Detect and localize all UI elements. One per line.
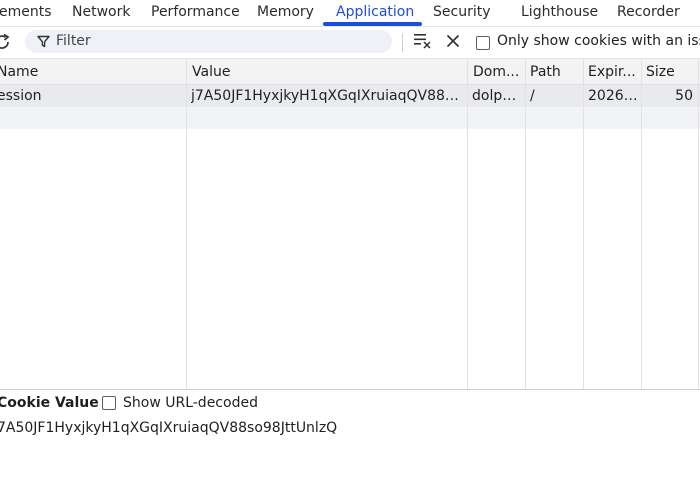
tab-security[interactable]: Security	[433, 3, 491, 23]
tab-application[interactable]: Application	[336, 3, 414, 23]
only-issues-label: Only show cookies with an issue	[497, 33, 700, 49]
table-header-row: Name Value Dom... Path Expir... Size	[0, 59, 700, 85]
cell-expires: 2026-...	[588, 88, 639, 104]
show-url-decoded-checkbox[interactable]	[102, 396, 116, 410]
devtools-tabbar: ements Network Performance Memory Applic…	[0, 0, 700, 27]
column-header-domain[interactable]: Dom...	[473, 61, 523, 83]
show-url-decoded-label: Show URL-decoded	[123, 395, 258, 411]
toolbar-divider	[402, 33, 403, 52]
column-divider	[698, 59, 699, 389]
tab-network[interactable]: Network	[72, 3, 130, 23]
column-divider	[467, 59, 468, 389]
column-header-size[interactable]: Size	[646, 61, 696, 83]
cookie-value-panel: Cookie Value Show URL-decoded 7A50JF1Hyx…	[0, 390, 700, 489]
close-icon[interactable]	[446, 34, 460, 48]
cell-name: ession	[0, 88, 42, 104]
column-header-name[interactable]: Name	[0, 61, 182, 83]
column-divider	[583, 59, 584, 389]
clear-filtered-icon[interactable]	[413, 32, 433, 50]
filter-input[interactable]	[56, 31, 376, 51]
only-issues-checkbox[interactable]	[476, 36, 490, 50]
cell-domain: dolph...	[472, 88, 523, 104]
tab-recorder[interactable]: Recorder	[617, 3, 680, 23]
refresh-icon[interactable]	[0, 32, 12, 52]
tab-memory[interactable]: Memory	[257, 3, 314, 23]
cookies-toolbar: Only show cookies with an issue	[0, 27, 700, 59]
column-divider	[525, 59, 526, 389]
cell-size: 50	[675, 88, 693, 104]
tab-lighthouse[interactable]: Lighthouse	[521, 3, 598, 23]
empty-row	[0, 107, 700, 129]
cookie-value-title: Cookie Value	[0, 395, 99, 411]
active-tab-indicator	[323, 22, 422, 26]
cookie-value-text: 7A50JF1HyxjkyH1qXGqIXruiaqQV88so98JttUnl…	[0, 420, 338, 436]
tab-performance[interactable]: Performance	[151, 3, 240, 23]
column-header-expires[interactable]: Expir...	[588, 61, 638, 83]
cookies-table: Name Value Dom... Path Expir... Size ess…	[0, 59, 700, 390]
column-header-path[interactable]: Path	[530, 61, 580, 83]
tab-elements[interactable]: ements	[0, 3, 52, 23]
column-divider	[186, 59, 187, 389]
cell-path: /	[530, 88, 535, 104]
column-divider	[641, 59, 642, 389]
cell-value: j7A50JF1HyxjkyH1qXGqIXruiaqQV88so98...	[191, 88, 465, 104]
column-header-value[interactable]: Value	[192, 61, 464, 83]
filter-icon	[37, 35, 50, 48]
table-row[interactable]: ession j7A50JF1HyxjkyH1qXGqIXruiaqQV88so…	[0, 85, 700, 107]
filter-box[interactable]	[25, 30, 392, 53]
